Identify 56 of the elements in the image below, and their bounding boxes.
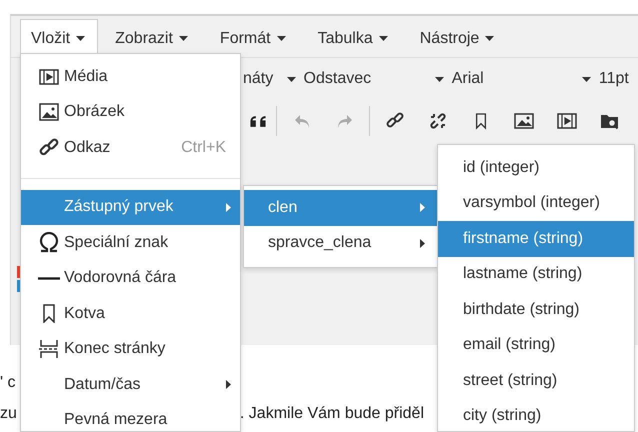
menu-item[interactable]: Vodorovná čára [21,260,240,296]
menu-item[interactable]: birthdate (string) [438,292,634,328]
menu-item[interactable]: Speciální znak [21,225,240,260]
page-break-icon [38,339,60,360]
link-icon [39,138,59,158]
menu-item[interactable]: id (integer) [438,150,634,186]
dropdown-button[interactable]: 11pt [598,62,638,96]
horizontal-line-icon [38,276,60,280]
menu-item[interactable]: firstname (string) [438,221,634,256]
menu-item[interactable]: clen [244,190,437,226]
menu-item[interactable]: Zástupný prvek [21,190,240,225]
caret-icon [178,36,188,41]
menu-item[interactable]: Kotva [21,296,240,332]
menu-button[interactable]: Formát [204,19,303,57]
menu-item[interactable]: varsymbol (integer) [438,186,634,221]
menu-item[interactable]: Odkaz Ctrl+K [21,130,240,166]
omega-icon [38,232,60,254]
caret-icon [434,76,444,82]
folder-search-icon [600,112,619,130]
caret-icon [378,36,388,41]
menu-item[interactable]: Média [21,59,240,94]
menu-item[interactable]: lastname (string) [438,256,634,292]
caret-icon [485,36,494,41]
film-icon [556,113,576,129]
menu-item[interactable]: city (string) [438,398,634,431]
shortcut-text: Ctrl+K [181,138,226,157]
caret-icon [76,36,86,41]
menu-item[interactable]: Obrázek [21,94,240,130]
link-icon [386,112,404,130]
undo-icon [294,113,310,129]
menu-item[interactable]: spravce_clena [244,226,437,261]
menu-item[interactable]: Pevná mezera [21,402,240,431]
image-icon [514,113,534,129]
caret-icon [582,76,591,82]
body-text: zu [0,405,17,423]
body-text: ' c [0,374,16,392]
menu-button[interactable]: Zobrazit [100,19,205,57]
body-text: . Jakmile Vám bude přiděl [240,405,424,423]
dropdown-button[interactable]: náty [243,62,304,96]
menu-item[interactable]: Datum/čas [21,367,240,402]
quote-icon [248,114,268,128]
image-icon [39,103,59,122]
caret-icon [276,36,286,41]
dropdown-button[interactable]: Odstavec [304,62,452,96]
dropdown-button[interactable]: Arial [452,62,599,96]
redo-icon [336,113,352,129]
bookmark-icon [42,304,56,324]
menu-item[interactable]: Konec stránky [21,332,240,367]
menu-item[interactable]: email (string) [438,328,634,363]
menu-button[interactable]: Nástroje [404,19,512,57]
menu-item[interactable]: street (string) [438,363,634,398]
menu-button[interactable]: Tabulka [302,19,405,57]
film-icon [39,68,59,85]
unlink-icon [428,112,446,130]
bookmark-icon [474,112,488,130]
caret-icon [286,76,296,82]
